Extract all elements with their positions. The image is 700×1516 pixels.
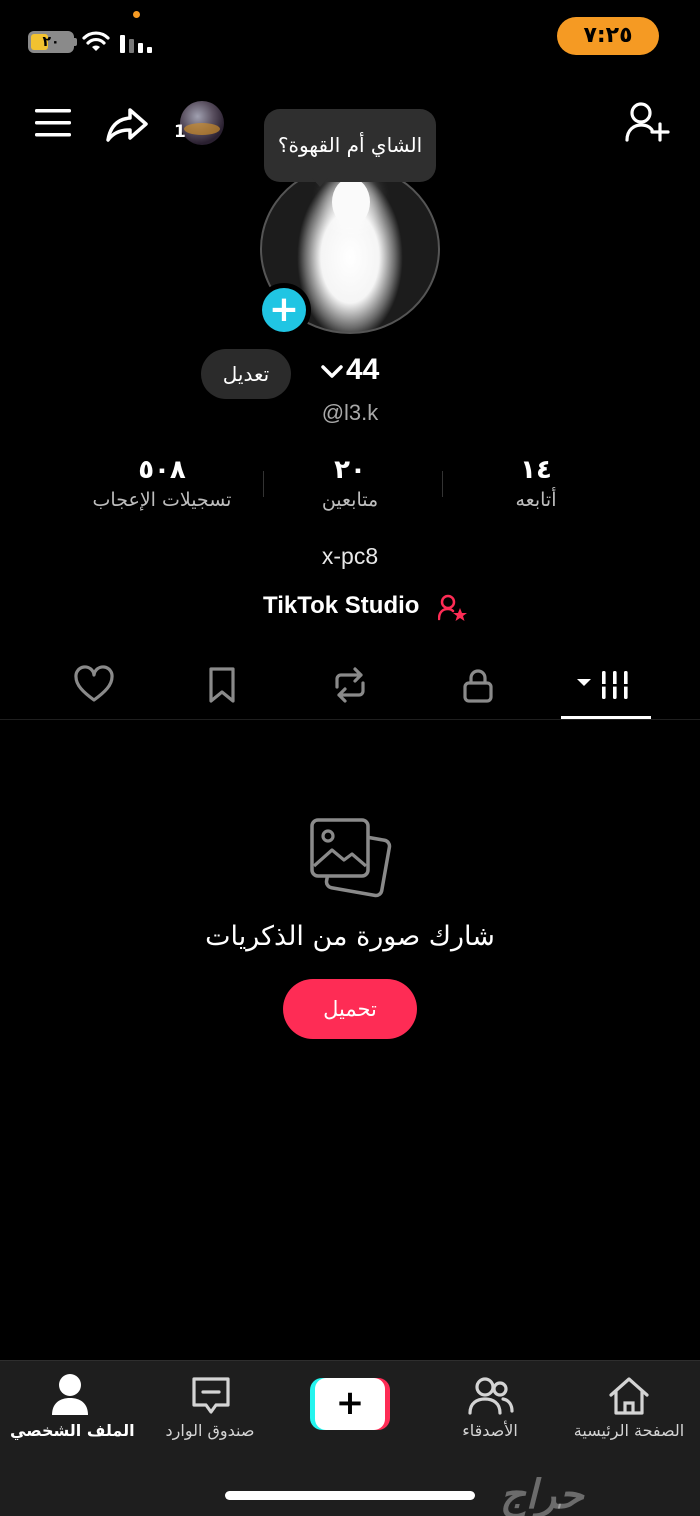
plus-icon: + (315, 1378, 385, 1430)
home-icon (609, 1377, 649, 1415)
tab-reposts[interactable] (320, 660, 380, 710)
likes-stat[interactable]: ٥٠٨ تسجيلات الإعجاب (72, 454, 252, 514)
battery-icon: ٢٠ (28, 31, 74, 53)
story-avatar[interactable] (180, 101, 224, 145)
chevron-down-icon[interactable] (320, 364, 344, 380)
tabs-divider (0, 719, 700, 720)
lock-icon (463, 669, 493, 703)
add-story-button[interactable]: + (257, 283, 311, 337)
tab-saved[interactable] (192, 660, 252, 710)
tiktok-studio-link[interactable]: TikTok Studio (230, 590, 470, 626)
friends-icon (468, 1377, 514, 1415)
profile-icon (52, 1374, 88, 1415)
plus-icon: + (262, 288, 306, 332)
share-icon[interactable] (104, 104, 150, 144)
following-count: ١٤ (520, 455, 552, 485)
stat-divider (263, 471, 264, 497)
home-indicator[interactable] (225, 1491, 475, 1500)
followers-count: ٢٠ (334, 455, 366, 485)
add-user-icon[interactable] (624, 100, 670, 144)
tooltip-tail (312, 178, 328, 187)
nav-profile[interactable]: الملف الشخصي (10, 1373, 135, 1449)
privacy-indicator-dot (133, 11, 140, 18)
likes-count: ٥٠٨ (138, 455, 186, 485)
menu-icon[interactable] (33, 106, 73, 140)
note-tooltip[interactable]: الشاي أم القهوة؟ (264, 109, 436, 182)
empty-state-title: شارك صورة من الذكريات (205, 921, 495, 952)
stat-divider (442, 471, 443, 497)
nav-inbox[interactable]: صندوق الوارد (160, 1373, 260, 1449)
nav-friends[interactable]: الأصدقاء (440, 1373, 540, 1449)
bottom-navigation: الصفحة الرئيسية الأصدقاء + صندوق الوارد … (0, 1360, 700, 1516)
tab-private[interactable] (448, 660, 508, 710)
bio-text: x-pc8 (321, 543, 379, 569)
nav-friends-label: الأصدقاء (462, 1421, 518, 1440)
photo-icon (310, 818, 392, 898)
repost-icon (335, 667, 365, 703)
story-count: 1 (174, 122, 186, 142)
likes-label: تسجيلات الإعجاب (92, 489, 232, 511)
create-button[interactable]: + (310, 1378, 390, 1430)
username: @l3.k (321, 400, 379, 425)
followers-stat[interactable]: ٢٠ متابعين (290, 454, 410, 514)
following-label: أتابعه (515, 489, 557, 511)
upload-button[interactable]: تحميل (283, 979, 417, 1039)
wifi-icon (82, 31, 110, 51)
nav-home-label: الصفحة الرئيسية (573, 1421, 685, 1440)
tab-liked[interactable] (64, 660, 124, 710)
haraj-watermark: حراج (500, 1472, 584, 1516)
nav-profile-label: الملف الشخصي (10, 1421, 135, 1440)
nav-home[interactable]: الصفحة الرئيسية (570, 1373, 688, 1449)
battery-cap (74, 38, 77, 46)
followers-label: متابعين (321, 489, 379, 511)
signal-icon (120, 35, 152, 53)
studio-label: TikTok Studio (263, 592, 420, 619)
heart-icon (74, 665, 114, 702)
profile-name[interactable]: 44 (346, 353, 379, 387)
nav-inbox-label: صندوق الوارد (165, 1421, 255, 1440)
avatar-silhouette (332, 178, 370, 226)
tab-videos[interactable] (575, 660, 635, 710)
bookmark-icon (209, 667, 235, 703)
inbox-icon (192, 1377, 230, 1414)
battery-percent: ٢٠ (42, 34, 60, 50)
creator-star-icon (438, 594, 467, 621)
videos-grid-icon (577, 671, 631, 699)
edit-profile-button[interactable]: تعديل (201, 349, 291, 399)
following-stat[interactable]: ١٤ أتابعه (476, 454, 596, 514)
clock: ٧:٢٥ (557, 17, 659, 55)
